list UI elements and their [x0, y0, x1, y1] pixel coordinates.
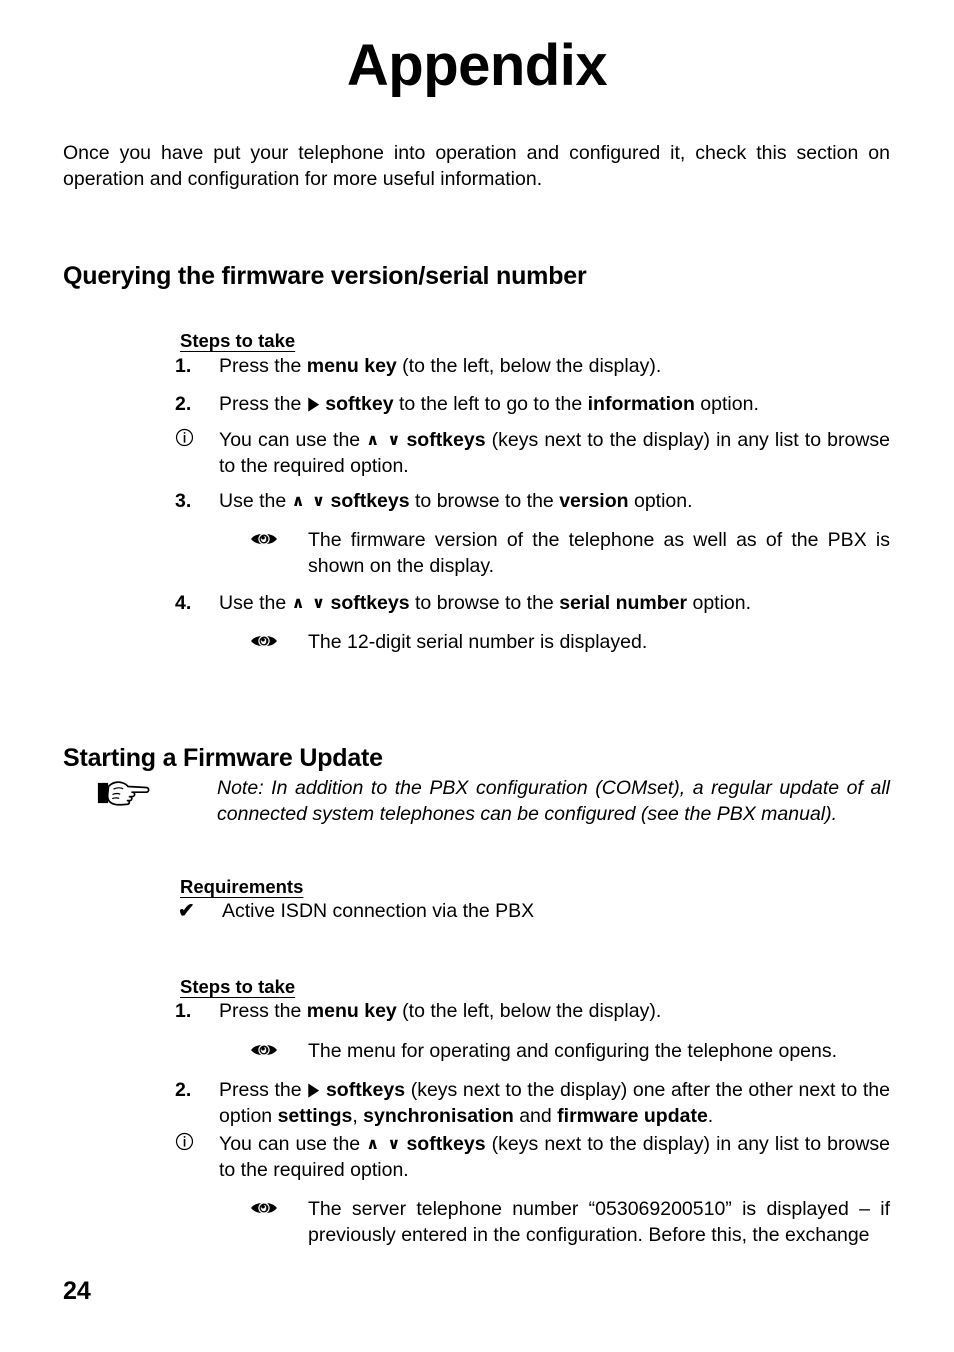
step-text-part: Press the — [219, 393, 307, 415]
info-note-part: You can use the — [219, 429, 367, 451]
step-text: Press the ▶ softkeys (keys next to the d… — [219, 1077, 890, 1129]
step-text: Use the ∧ ∨ softkeys to browse to the ve… — [219, 488, 890, 514]
step-number: 1. — [175, 1000, 192, 1022]
step-text-emphasis: settings — [277, 1105, 353, 1127]
step-text-emphasis: version — [559, 490, 629, 512]
eye-icon — [250, 1199, 280, 1217]
info-circle-icon — [175, 1132, 203, 1151]
softkey-down-icon: ∨ — [312, 491, 326, 510]
step-text-part: option. — [694, 393, 759, 415]
step-text-emphasis: menu key — [306, 1000, 397, 1022]
step-text-emphasis: softkeys — [325, 1079, 406, 1101]
manicule-note-text: Note: In addition to the PBX configurati… — [217, 777, 890, 825]
softkey-right-icon: ▶ — [308, 394, 319, 413]
result-note: The server telephone number “05306920051… — [250, 1196, 890, 1248]
info-note: You can use the ∧ ∨ softkeys (keys next … — [175, 1131, 890, 1183]
pointing-hand-icon — [96, 777, 156, 815]
manicule-note: Note: In addition to the PBX configurati… — [96, 775, 890, 827]
step-text-part: Use the — [219, 592, 292, 614]
result-note: The menu for operating and configuring t… — [250, 1038, 890, 1064]
softkey-right-icon: ▶ — [308, 1080, 319, 1099]
subheading-steps-to-take-firmware-update: Steps to take — [180, 976, 296, 998]
step-text-part: Use the — [219, 490, 292, 512]
softkey-down-icon: ∨ — [312, 593, 326, 612]
step-text-emphasis: synchronisation — [363, 1105, 514, 1127]
result-note: The firmware version of the telephone as… — [250, 527, 890, 579]
step-text-emphasis: softkeys — [330, 490, 410, 512]
page-title: Appendix — [346, 33, 608, 98]
section-heading-starting-a-firmware-update: Starting a Firmware Update — [63, 743, 383, 772]
step-text: Use the ∧ ∨ softkeys to browse to the se… — [219, 590, 890, 616]
subheading-requirements: Requirements — [180, 876, 304, 898]
result-note-text: The firmware version of the telephone as… — [308, 529, 890, 577]
document-page: Appendix Once you have put your telephon… — [0, 0, 954, 1352]
result-note-text: The menu for operating and configuring t… — [308, 1040, 838, 1062]
step-text-part: option. — [687, 592, 752, 614]
step-text-emphasis: serial number — [559, 592, 688, 614]
requirement-text: Active ISDN connection via the PBX — [222, 900, 535, 922]
requirement-item: ✔ Active ISDN connection via the PBX — [178, 898, 890, 924]
step-number: 2. — [175, 1079, 192, 1101]
info-note: You can use the ∧ ∨ softkeys (keys next … — [175, 427, 890, 479]
step-item: 1. Press the menu key (to the left, belo… — [175, 353, 890, 379]
step-text: Press the ▶ softkey to the left to go to… — [219, 391, 890, 417]
step-number: 3. — [175, 490, 192, 512]
page-number: 24 — [63, 1277, 91, 1305]
result-note: The 12-digit serial number is displayed. — [250, 629, 890, 655]
info-note-emphasis: softkeys — [406, 429, 486, 451]
info-circle-icon — [175, 428, 203, 447]
step-text-emphasis: softkeys — [330, 592, 410, 614]
step-text-part: Press the — [219, 1000, 307, 1022]
eye-icon — [250, 632, 280, 650]
subheading-steps-to-take-querying: Steps to take — [180, 330, 296, 352]
step-item: 3. Use the ∧ ∨ softkeys to browse to the… — [175, 488, 890, 514]
step-item: 2. Press the ▶ softkey to the left to go… — [175, 391, 890, 417]
info-note-text: You can use the ∧ ∨ softkeys (keys next … — [219, 1131, 890, 1183]
step-item: 1. Press the menu key (to the left, belo… — [175, 998, 890, 1024]
step-text-emphasis: firmware update — [557, 1105, 708, 1127]
step-text-part: to the left to go to the — [393, 393, 588, 415]
step-text-part: option. — [628, 490, 693, 512]
step-text-emphasis: information — [587, 393, 695, 415]
step-number: 2. — [175, 393, 192, 415]
eye-icon — [250, 1041, 280, 1059]
info-note-emphasis: softkeys — [406, 1133, 486, 1155]
step-text-part: and — [513, 1105, 558, 1127]
step-text-part: , — [352, 1105, 364, 1127]
softkey-up-icon: ∧ — [366, 430, 380, 449]
step-number: 4. — [175, 592, 192, 614]
step-item: 2. Press the ▶ softkeys (keys next to th… — [175, 1077, 890, 1129]
softkey-up-icon: ∧ — [291, 491, 305, 510]
step-text-emphasis: softkey — [325, 393, 394, 415]
step-text: Press the menu key (to the left, below t… — [219, 353, 890, 379]
step-text-part: . — [707, 1105, 714, 1127]
softkey-down-icon: ∨ — [387, 1134, 401, 1153]
result-note-text: The 12-digit serial number is displayed. — [308, 631, 648, 653]
section-heading-querying-firmware-version: Querying the firmware version/serial num… — [63, 261, 587, 290]
step-item: 4. Use the ∧ ∨ softkeys to browse to the… — [175, 590, 890, 616]
eye-icon — [250, 530, 280, 548]
step-text: Press the menu key (to the left, below t… — [219, 998, 890, 1024]
softkey-up-icon: ∧ — [291, 593, 305, 612]
step-number: 1. — [175, 355, 192, 377]
step-text-part: Press the — [219, 355, 307, 377]
check-icon: ✔ — [178, 900, 195, 922]
step-text-part: (to the left, below the display). — [396, 355, 662, 377]
info-note-part: You can use the — [219, 1133, 367, 1155]
step-text-part: (to the left, below the display). — [396, 1000, 662, 1022]
step-text-part: to browse to the — [409, 592, 560, 614]
step-text-emphasis: menu key — [306, 355, 397, 377]
softkey-down-icon: ∨ — [387, 430, 401, 449]
step-text-part: Press the — [219, 1079, 308, 1101]
info-note-text: You can use the ∧ ∨ softkeys (keys next … — [219, 427, 890, 479]
softkey-up-icon: ∧ — [366, 1134, 380, 1153]
intro-paragraph: Once you have put your telephone into op… — [63, 141, 890, 190]
step-text-part: to browse to the — [409, 490, 560, 512]
result-note-text: The server telephone number “05306920051… — [308, 1198, 890, 1246]
